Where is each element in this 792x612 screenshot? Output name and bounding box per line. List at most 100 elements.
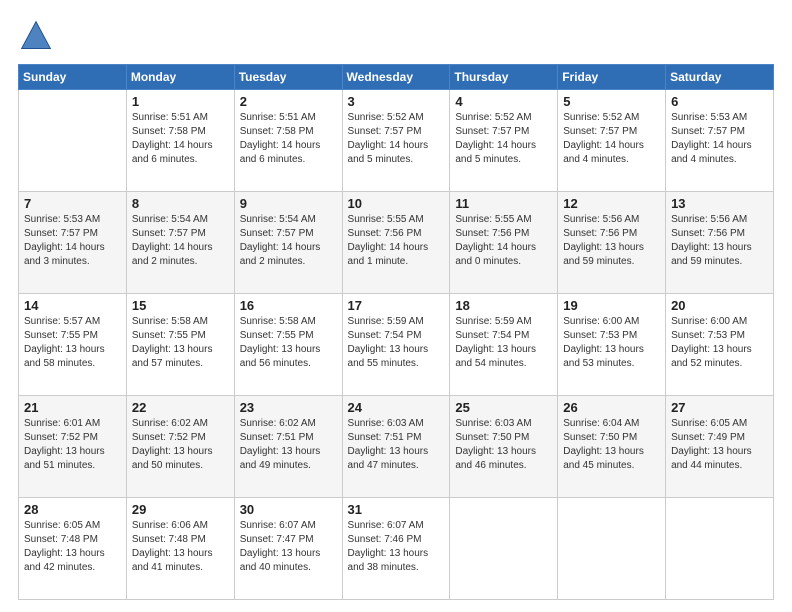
day-info: Sunrise: 5:56 AMSunset: 7:56 PMDaylight:…: [563, 214, 644, 267]
day-info: Sunrise: 5:53 AMSunset: 7:57 PMDaylight:…: [24, 214, 105, 267]
calendar-day-cell: 3 Sunrise: 5:52 AMSunset: 7:57 PMDayligh…: [342, 90, 450, 192]
day-info: Sunrise: 6:06 AMSunset: 7:48 PMDaylight:…: [132, 520, 213, 573]
day-info: Sunrise: 6:00 AMSunset: 7:53 PMDaylight:…: [563, 316, 644, 369]
day-info: Sunrise: 5:59 AMSunset: 7:54 PMDaylight:…: [348, 316, 429, 369]
day-info: Sunrise: 5:54 AMSunset: 7:57 PMDaylight:…: [132, 214, 213, 267]
calendar-day-cell: 27 Sunrise: 6:05 AMSunset: 7:49 PMDaylig…: [666, 396, 774, 498]
day-info: Sunrise: 5:51 AMSunset: 7:58 PMDaylight:…: [132, 112, 213, 165]
calendar-day-cell: 4 Sunrise: 5:52 AMSunset: 7:57 PMDayligh…: [450, 90, 558, 192]
day-info: Sunrise: 6:05 AMSunset: 7:49 PMDaylight:…: [671, 418, 752, 471]
weekday-header: Sunday: [19, 65, 127, 90]
calendar-day-cell: [558, 498, 666, 600]
weekday-header: Saturday: [666, 65, 774, 90]
day-number: 24: [348, 400, 445, 415]
calendar-week-row: 1 Sunrise: 5:51 AMSunset: 7:58 PMDayligh…: [19, 90, 774, 192]
day-number: 9: [240, 196, 337, 211]
day-info: Sunrise: 5:57 AMSunset: 7:55 PMDaylight:…: [24, 316, 105, 369]
calendar-week-row: 21 Sunrise: 6:01 AMSunset: 7:52 PMDaylig…: [19, 396, 774, 498]
day-number: 20: [671, 298, 768, 313]
calendar-day-cell: 22 Sunrise: 6:02 AMSunset: 7:52 PMDaylig…: [126, 396, 234, 498]
calendar-day-cell: 6 Sunrise: 5:53 AMSunset: 7:57 PMDayligh…: [666, 90, 774, 192]
day-number: 12: [563, 196, 660, 211]
calendar-day-cell: 17 Sunrise: 5:59 AMSunset: 7:54 PMDaylig…: [342, 294, 450, 396]
calendar-day-cell: 11 Sunrise: 5:55 AMSunset: 7:56 PMDaylig…: [450, 192, 558, 294]
day-number: 30: [240, 502, 337, 517]
calendar-week-row: 28 Sunrise: 6:05 AMSunset: 7:48 PMDaylig…: [19, 498, 774, 600]
calendar-day-cell: 26 Sunrise: 6:04 AMSunset: 7:50 PMDaylig…: [558, 396, 666, 498]
day-info: Sunrise: 5:58 AMSunset: 7:55 PMDaylight:…: [132, 316, 213, 369]
calendar-day-cell: 18 Sunrise: 5:59 AMSunset: 7:54 PMDaylig…: [450, 294, 558, 396]
day-info: Sunrise: 6:02 AMSunset: 7:52 PMDaylight:…: [132, 418, 213, 471]
header: [18, 18, 774, 54]
calendar-day-cell: 19 Sunrise: 6:00 AMSunset: 7:53 PMDaylig…: [558, 294, 666, 396]
calendar-day-cell: [450, 498, 558, 600]
day-number: 2: [240, 94, 337, 109]
calendar-day-cell: 16 Sunrise: 5:58 AMSunset: 7:55 PMDaylig…: [234, 294, 342, 396]
day-number: 23: [240, 400, 337, 415]
calendar-day-cell: 10 Sunrise: 5:55 AMSunset: 7:56 PMDaylig…: [342, 192, 450, 294]
logo: [18, 18, 58, 54]
day-info: Sunrise: 6:04 AMSunset: 7:50 PMDaylight:…: [563, 418, 644, 471]
day-info: Sunrise: 5:59 AMSunset: 7:54 PMDaylight:…: [455, 316, 536, 369]
calendar-day-cell: 7 Sunrise: 5:53 AMSunset: 7:57 PMDayligh…: [19, 192, 127, 294]
day-info: Sunrise: 5:56 AMSunset: 7:56 PMDaylight:…: [671, 214, 752, 267]
calendar-day-cell: 5 Sunrise: 5:52 AMSunset: 7:57 PMDayligh…: [558, 90, 666, 192]
day-info: Sunrise: 6:00 AMSunset: 7:53 PMDaylight:…: [671, 316, 752, 369]
day-info: Sunrise: 5:55 AMSunset: 7:56 PMDaylight:…: [348, 214, 429, 267]
calendar-day-cell: 2 Sunrise: 5:51 AMSunset: 7:58 PMDayligh…: [234, 90, 342, 192]
day-info: Sunrise: 5:52 AMSunset: 7:57 PMDaylight:…: [563, 112, 644, 165]
day-info: Sunrise: 5:54 AMSunset: 7:57 PMDaylight:…: [240, 214, 321, 267]
day-number: 1: [132, 94, 229, 109]
calendar-day-cell: 1 Sunrise: 5:51 AMSunset: 7:58 PMDayligh…: [126, 90, 234, 192]
day-number: 15: [132, 298, 229, 313]
page: SundayMondayTuesdayWednesdayThursdayFrid…: [0, 0, 792, 612]
weekday-header: Tuesday: [234, 65, 342, 90]
day-number: 31: [348, 502, 445, 517]
calendar-day-cell: 30 Sunrise: 6:07 AMSunset: 7:47 PMDaylig…: [234, 498, 342, 600]
day-number: 18: [455, 298, 552, 313]
day-info: Sunrise: 5:53 AMSunset: 7:57 PMDaylight:…: [671, 112, 752, 165]
day-number: 25: [455, 400, 552, 415]
day-number: 28: [24, 502, 121, 517]
calendar-day-cell: 12 Sunrise: 5:56 AMSunset: 7:56 PMDaylig…: [558, 192, 666, 294]
calendar-day-cell: 15 Sunrise: 5:58 AMSunset: 7:55 PMDaylig…: [126, 294, 234, 396]
calendar-day-cell: 13 Sunrise: 5:56 AMSunset: 7:56 PMDaylig…: [666, 192, 774, 294]
day-info: Sunrise: 5:52 AMSunset: 7:57 PMDaylight:…: [348, 112, 429, 165]
day-number: 6: [671, 94, 768, 109]
calendar-day-cell: 21 Sunrise: 6:01 AMSunset: 7:52 PMDaylig…: [19, 396, 127, 498]
day-info: Sunrise: 5:52 AMSunset: 7:57 PMDaylight:…: [455, 112, 536, 165]
day-number: 4: [455, 94, 552, 109]
day-info: Sunrise: 6:07 AMSunset: 7:47 PMDaylight:…: [240, 520, 321, 573]
day-number: 19: [563, 298, 660, 313]
day-info: Sunrise: 6:03 AMSunset: 7:50 PMDaylight:…: [455, 418, 536, 471]
day-number: 16: [240, 298, 337, 313]
day-info: Sunrise: 5:58 AMSunset: 7:55 PMDaylight:…: [240, 316, 321, 369]
day-number: 5: [563, 94, 660, 109]
day-number: 27: [671, 400, 768, 415]
calendar-day-cell: 24 Sunrise: 6:03 AMSunset: 7:51 PMDaylig…: [342, 396, 450, 498]
weekday-header: Friday: [558, 65, 666, 90]
calendar-day-cell: 23 Sunrise: 6:02 AMSunset: 7:51 PMDaylig…: [234, 396, 342, 498]
day-number: 13: [671, 196, 768, 211]
day-number: 17: [348, 298, 445, 313]
calendar-week-row: 7 Sunrise: 5:53 AMSunset: 7:57 PMDayligh…: [19, 192, 774, 294]
day-number: 10: [348, 196, 445, 211]
calendar-day-cell: 9 Sunrise: 5:54 AMSunset: 7:57 PMDayligh…: [234, 192, 342, 294]
calendar-day-cell: [666, 498, 774, 600]
calendar-week-row: 14 Sunrise: 5:57 AMSunset: 7:55 PMDaylig…: [19, 294, 774, 396]
calendar-table: SundayMondayTuesdayWednesdayThursdayFrid…: [18, 64, 774, 600]
calendar-day-cell: 28 Sunrise: 6:05 AMSunset: 7:48 PMDaylig…: [19, 498, 127, 600]
day-info: Sunrise: 6:01 AMSunset: 7:52 PMDaylight:…: [24, 418, 105, 471]
day-info: Sunrise: 5:51 AMSunset: 7:58 PMDaylight:…: [240, 112, 321, 165]
day-number: 29: [132, 502, 229, 517]
calendar-day-cell: 8 Sunrise: 5:54 AMSunset: 7:57 PMDayligh…: [126, 192, 234, 294]
day-number: 14: [24, 298, 121, 313]
logo-icon: [18, 18, 54, 54]
day-number: 11: [455, 196, 552, 211]
day-number: 22: [132, 400, 229, 415]
day-info: Sunrise: 6:03 AMSunset: 7:51 PMDaylight:…: [348, 418, 429, 471]
weekday-header: Thursday: [450, 65, 558, 90]
weekday-header: Monday: [126, 65, 234, 90]
calendar-day-cell: 14 Sunrise: 5:57 AMSunset: 7:55 PMDaylig…: [19, 294, 127, 396]
calendar-day-cell: 31 Sunrise: 6:07 AMSunset: 7:46 PMDaylig…: [342, 498, 450, 600]
